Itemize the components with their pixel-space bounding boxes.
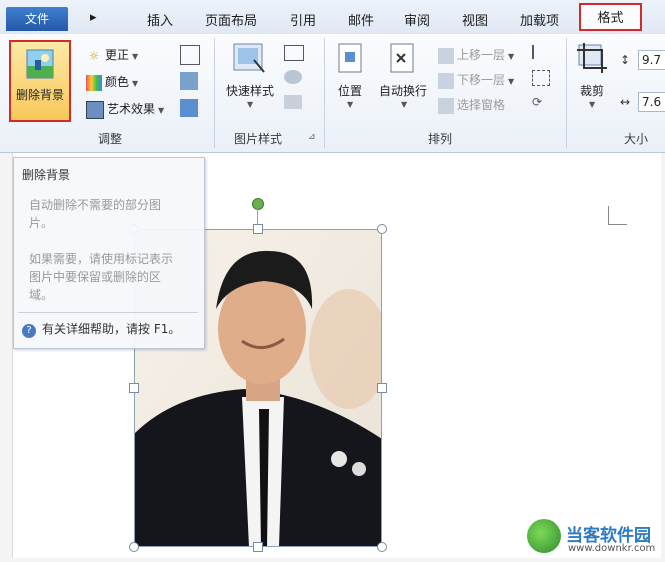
align-icon[interactable] — [532, 45, 550, 59]
wrap-text-label: 自动换行 — [378, 84, 427, 98]
tab-insert[interactable]: 插入 — [147, 10, 173, 29]
tab-mailings[interactable]: 邮件 — [348, 10, 374, 29]
chevron-down-icon: ▼ — [508, 77, 515, 86]
position-label: 位置 — [337, 84, 362, 98]
resize-handle-right[interactable] — [377, 383, 387, 393]
tooltip-line: 自动删除不需要的部分图 — [29, 198, 162, 212]
rotation-handle[interactable] — [252, 198, 264, 210]
width-input[interactable]: 7.6 — [638, 92, 665, 112]
artistic-effects-button[interactable]: 艺术效果 ▼ — [86, 100, 164, 119]
remove-background-label: 删除背景 — [15, 88, 64, 102]
quick-styles-icon — [233, 43, 265, 73]
group-icon[interactable] — [532, 70, 550, 86]
resize-handle-bottom-right[interactable] — [377, 542, 387, 552]
tooltip-title: 删除背景 — [22, 168, 71, 182]
margin-corner-mark — [608, 206, 627, 225]
color-icon — [86, 74, 102, 91]
tooltip-line: 如果需要，请使用标记表示 — [29, 252, 174, 266]
position-button[interactable]: 位置 ▼ — [332, 42, 368, 118]
tooltip-line: 域。 — [29, 288, 54, 302]
resize-handle-top[interactable] — [253, 224, 263, 234]
tab-format[interactable]: 格式 — [579, 3, 642, 31]
tooltip-help: ? 有关详细帮助，请按 F1。 — [22, 320, 180, 338]
crop-label: 裁剪 — [579, 84, 604, 98]
remove-background-button[interactable]: 删除背景 — [9, 40, 71, 122]
chevron-down-icon: ▼ — [589, 100, 596, 109]
quick-styles-label: 快速样式 — [225, 84, 274, 98]
tab-view[interactable]: 视图 — [462, 10, 488, 29]
help-icon: ? — [22, 324, 36, 338]
tooltip-line: 图片中要保留或删除的区 — [29, 270, 162, 284]
chevron-down-icon: ▼ — [508, 52, 515, 61]
picture-effects-icon[interactable] — [284, 70, 302, 84]
remove-background-tooltip: 删除背景 自动删除不需要的部分图 片。 如果需要，请使用标记表示 图片中要保留或… — [13, 157, 205, 349]
send-backward-button[interactable]: 下移一层 ▼ — [438, 71, 514, 89]
resize-handle-left[interactable] — [129, 383, 139, 393]
sun-icon: ☼ — [88, 48, 100, 63]
quick-styles-button[interactable]: 快速样式 ▼ — [220, 42, 280, 118]
tab-page-layout[interactable]: 页面布局 — [205, 10, 257, 29]
color-button[interactable]: 颜色 ▼ — [86, 73, 138, 91]
height-icon: ↕ — [620, 53, 631, 67]
bring-forward-icon — [438, 47, 454, 64]
bring-forward-button[interactable]: 上移一层 ▼ — [438, 46, 514, 64]
compress-pictures-icon[interactable] — [180, 45, 200, 65]
tab-home-partial[interactable]: ▸ — [90, 10, 97, 25]
chevron-down-icon: ▼ — [132, 52, 139, 61]
picture-styles-group-label: 图片样式 — [233, 132, 282, 146]
watermark-logo — [527, 519, 561, 553]
selection-pane-icon — [438, 97, 454, 114]
position-icon — [338, 43, 362, 73]
change-picture-icon[interactable] — [180, 72, 198, 90]
selection-pane-label: 选择窗格 — [457, 98, 506, 112]
resize-handle-bottom-left[interactable] — [129, 542, 139, 552]
chevron-down-icon: ▼ — [401, 100, 408, 109]
group-divider — [324, 38, 325, 148]
remove-background-icon — [26, 49, 54, 79]
height-input[interactable]: 9.7 — [638, 50, 665, 70]
tab-file[interactable]: 文件 — [6, 7, 68, 31]
send-backward-label: 下移一层 — [457, 73, 506, 87]
crop-button[interactable]: 裁剪 ▼ — [572, 42, 612, 118]
reset-picture-icon[interactable] — [180, 99, 198, 117]
picture-border-icon[interactable] — [284, 45, 304, 61]
tab-review[interactable]: 审阅 — [404, 10, 430, 29]
group-divider — [214, 38, 215, 148]
artistic-effects-label: 艺术效果 — [107, 102, 156, 116]
group-divider — [566, 38, 567, 148]
wrap-text-button[interactable]: 自动换行 ▼ — [374, 42, 432, 118]
chevron-down-icon: ▼ — [158, 106, 165, 115]
resize-handle-top-right[interactable] — [377, 224, 387, 234]
artistic-effects-icon — [86, 100, 104, 119]
tooltip-line: 片。 — [29, 216, 54, 230]
resize-handle-bottom[interactable] — [253, 542, 263, 552]
selection-pane-button[interactable]: 选择窗格 — [438, 96, 505, 114]
tooltip-help-text: 有关详细帮助，请按 F1。 — [42, 322, 181, 336]
tab-addins[interactable]: 加载项 — [520, 10, 559, 29]
corrections-label: 更正 — [105, 48, 130, 62]
watermark-url: www.downkr.com — [568, 543, 656, 554]
size-group-label: 大小 — [623, 132, 648, 146]
send-backward-icon — [438, 72, 454, 89]
chevron-down-icon: ▼ — [347, 100, 354, 109]
ribbon-tab-bar: 文件 ▸ 插入 页面布局 引用 邮件 审阅 视图 加载项 格式 — [0, 0, 665, 35]
dialog-launcher-icon[interactable]: ⊿ — [308, 132, 316, 142]
tooltip-divider — [18, 312, 198, 313]
color-label: 颜色 — [105, 75, 130, 89]
picture-layout-icon[interactable] — [284, 95, 302, 109]
chevron-down-icon: ▼ — [132, 79, 139, 88]
wrap-text-icon — [390, 43, 414, 73]
adjust-group-label: 调整 — [97, 132, 122, 146]
bring-forward-label: 上移一层 — [457, 48, 506, 62]
arrange-group-label: 排列 — [427, 132, 452, 146]
tab-references[interactable]: 引用 — [290, 10, 316, 29]
crop-icon — [577, 43, 607, 73]
rotate-icon[interactable]: ⟳ — [532, 95, 548, 109]
chevron-down-icon: ▼ — [247, 100, 254, 109]
corrections-button[interactable]: ☼ 更正 ▼ — [86, 46, 139, 64]
width-icon: ↔ — [620, 95, 631, 109]
